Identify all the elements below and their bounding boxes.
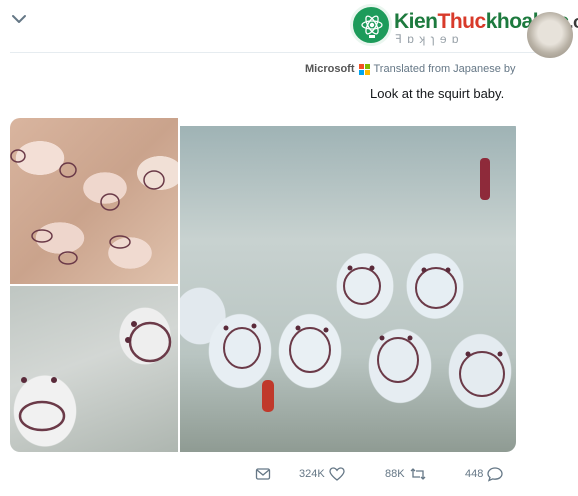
reply-button[interactable]: 448	[465, 466, 504, 482]
avatar[interactable]	[527, 12, 573, 58]
translation-attribution: Microsoft Translated from Japanese by	[305, 62, 517, 76]
translation-label: Translated from Japanese by	[373, 63, 516, 75]
retweet-icon	[409, 466, 427, 482]
like-count: 324K	[299, 468, 325, 480]
header-divider	[10, 52, 564, 53]
reply-icon	[487, 466, 504, 482]
tweet-text: Look at the squirt baby.	[370, 86, 505, 101]
microsoft-logo-icon	[358, 63, 370, 75]
translation-provider: Microsoft	[305, 63, 355, 75]
like-button[interactable]: 324K	[299, 466, 345, 482]
heart-icon	[329, 466, 345, 482]
chevron-down-icon[interactable]	[10, 10, 28, 28]
reply-count: 448	[465, 468, 484, 480]
watermark-part-a: Kien	[394, 10, 438, 33]
mail-icon	[255, 466, 271, 482]
atom-bulb-icon	[350, 4, 392, 46]
tweet-actions: 324K 88K 448	[255, 462, 517, 488]
watermark-part-b: Thuc	[437, 10, 487, 33]
larvae-faces	[10, 149, 505, 432]
retweet-count: 88K	[385, 468, 405, 480]
dm-button[interactable]	[255, 466, 271, 482]
tweet-media[interactable]	[10, 118, 516, 452]
retweet-button[interactable]: 88K	[385, 466, 427, 482]
